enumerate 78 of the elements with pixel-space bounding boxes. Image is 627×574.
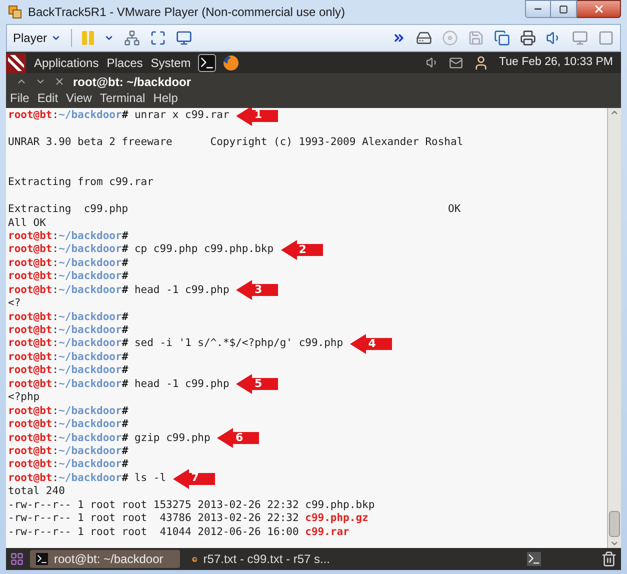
menu-item[interactable]: Help — [153, 89, 178, 107]
step-arrow: 2 — [280, 240, 323, 260]
step-arrow: 3 — [236, 280, 278, 300]
display-icon[interactable] — [572, 30, 588, 46]
trash-icon[interactable] — [601, 551, 617, 567]
player-menu[interactable]: Player — [13, 29, 62, 47]
terminal-line: root@bt:~/backdoor# head -1 c99.php — [8, 378, 230, 392]
caret-icon[interactable] — [104, 33, 114, 43]
terminal-line: UNRAR 3.90 beta 2 freeware Copyright (c) 1993-2009 Alexander Roshal — [8, 136, 464, 150]
terminal-line: root@bt:~/backdoor# unrar x c99.rar — [8, 109, 230, 122]
terminal-icon — [36, 553, 48, 565]
show-desktop-icon[interactable] — [10, 552, 24, 566]
terminal-line: root@bt:~/backdoor# sed -i '1 s/^.*$/<?php/g' c99.php — [8, 337, 344, 351]
menu-item[interactable]: Terminal — [100, 89, 146, 107]
fullscreen-icon[interactable] — [150, 30, 166, 46]
terminal-icon[interactable] — [198, 54, 215, 70]
terminal-line: root@bt:~/backdoor# cp c99.php c99.php.bkp — [8, 243, 274, 257]
menu-item[interactable]: View — [66, 89, 92, 107]
network-icon[interactable] — [124, 30, 140, 46]
close-icon — [592, 3, 604, 15]
mail-icon[interactable] — [448, 56, 463, 70]
terminal-line: root@bt:~/backdoor# — [8, 270, 128, 284]
caret-icon — [51, 33, 62, 43]
terminal-line: root@bt:~/backdoor# — [8, 310, 128, 324]
terminal-line: -rw-r--r-- 1 root root 41044 2012-06-26 16:00 c99.rar — [8, 526, 350, 540]
terminal-line: root@bt:~/backdoor# — [8, 404, 128, 418]
terminal-line: total 240 — [8, 485, 65, 499]
terminal-line: -rw-r--r-- 1 root root 43786 2013-02-26 22:32 c99.php.gz — [8, 512, 368, 526]
scrollbar-thumb[interactable] — [609, 511, 620, 537]
scroll-up-icon[interactable] — [610, 108, 619, 117]
printer-icon[interactable] — [520, 30, 536, 46]
terminal-line: root@bt:~/backdoor# — [8, 324, 128, 338]
more-icon[interactable] — [392, 31, 406, 45]
hard-drive-icon[interactable] — [416, 30, 432, 46]
terminal-line: root@bt:~/backdoor# — [8, 350, 128, 364]
speaker-icon[interactable] — [426, 56, 439, 69]
panel-menu[interactable]: Places — [106, 54, 143, 72]
terminal-line: root@bt:~/backdoor# gzip c99.php — [8, 432, 210, 445]
taskbar-task[interactable]: r57.txt - c99.txt - r57 s... — [186, 550, 336, 568]
step-arrow: 1 — [236, 108, 278, 126]
terminal-line: root@bt:~/backdoor# head -1 c99.php — [8, 284, 230, 298]
user-icon[interactable] — [472, 54, 489, 70]
terminal-line: root@bt:~/backdoor# — [8, 444, 128, 458]
taskbar-task[interactable]: root@bt: ~/backdoor — [30, 550, 180, 568]
maximize-button[interactable] — [551, 0, 577, 18]
panel-menu[interactable]: System — [150, 54, 191, 72]
terminal-line: <? — [8, 297, 21, 311]
scrollbar[interactable] — [607, 108, 621, 548]
scroll-down-icon[interactable] — [610, 539, 619, 548]
terminal-line: root@bt:~/backdoor# — [8, 230, 128, 244]
window-title: BackTrack5R1 - VMware Player (Non-commercial use only) — [28, 4, 345, 21]
monitor-icon[interactable] — [176, 30, 192, 46]
terminal-line: root@bt:~/backdoor# — [8, 458, 128, 472]
close-icon[interactable] — [54, 76, 65, 87]
menu-item[interactable]: Edit — [37, 89, 58, 107]
terminal-line: <?php — [8, 391, 40, 405]
workspace-icon[interactable] — [527, 552, 541, 566]
step-arrow: 4 — [350, 334, 392, 354]
terminal-line: -rw-r--r-- 1 root root 153275 2013-02-26 22:32 c99.php.bkp — [8, 498, 375, 512]
terminal-line: Extracting c99.php — [8, 203, 130, 217]
close-button[interactable] — [577, 0, 621, 18]
terminal-line: root@bt:~/backdoor# ls -l — [8, 472, 166, 486]
app-icon — [8, 5, 22, 19]
status-text: OK — [448, 203, 461, 217]
maximize-icon — [559, 4, 568, 14]
panel-menu[interactable]: Applications — [34, 54, 99, 72]
terminal-line: root@bt:~/backdoor# — [8, 364, 128, 378]
terminal-line: Extracting from c99.rar — [8, 176, 154, 190]
terminal-line: root@bt:~/backdoor# — [8, 256, 128, 270]
menu-item[interactable]: File — [10, 89, 30, 107]
terminal-title: root@bt: ~/backdoor — [73, 74, 192, 90]
terminal-line: All OK — [8, 216, 46, 230]
step-arrow: 6 — [217, 428, 260, 448]
step-arrow: 7 — [173, 468, 216, 489]
clock[interactable]: Tue Feb 26, 10:33 PM — [498, 54, 613, 72]
step-arrow: 5 — [236, 374, 278, 394]
logo-icon[interactable] — [6, 52, 26, 72]
terminal-line: root@bt:~/backdoor# — [8, 418, 128, 432]
